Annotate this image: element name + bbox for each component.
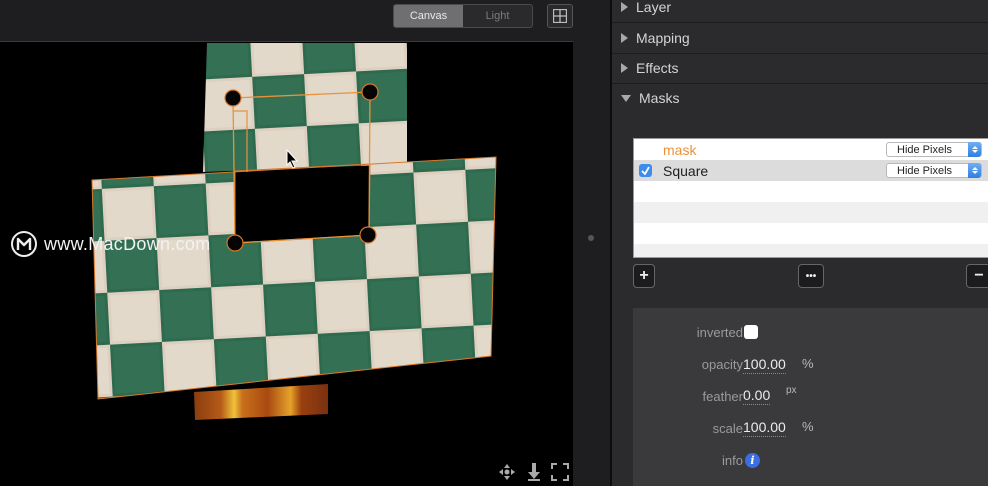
section-mapping-label: Mapping [636, 30, 690, 46]
section-effects[interactable]: Effects [612, 53, 988, 84]
splitter-handle[interactable] [588, 235, 594, 241]
opacity-field[interactable]: 100.00 [743, 356, 786, 374]
info-icon[interactable]: i [745, 453, 760, 468]
section-masks-label: Masks [639, 90, 680, 106]
scale-label: scale [712, 421, 743, 436]
move-icon [499, 464, 515, 480]
masks-panel: mask Hide Pixels Square Hide Pixels + ••… [612, 113, 988, 486]
macdown-logo-icon [11, 231, 37, 257]
main-layer[interactable] [91, 156, 497, 400]
mask-row[interactable]: mask Hide Pixels [634, 139, 988, 160]
panel-splitter[interactable] [573, 0, 610, 486]
view-segmented-control[interactable]: Canvas Light [393, 4, 533, 28]
checkmark-icon [641, 166, 650, 175]
scale-unit: % [802, 419, 814, 434]
section-layer[interactable]: Layer [612, 0, 988, 23]
depth-tool-button[interactable] [524, 462, 544, 482]
add-mask-button[interactable]: + [633, 264, 655, 288]
watermark-text: www.MacDown.com [44, 233, 211, 254]
mask-properties: inverted opacity 100.00 % feather 0.00 p… [633, 308, 988, 486]
mask-list[interactable]: mask Hide Pixels Square Hide Pixels [633, 138, 988, 258]
stepper-arrows-icon [968, 142, 981, 157]
wood-layer[interactable] [194, 384, 328, 420]
grid-button[interactable] [547, 4, 573, 28]
canvas-tab[interactable]: Canvas [394, 5, 463, 27]
depth-icon [528, 463, 540, 481]
move-tool-button[interactable] [497, 462, 517, 482]
section-mapping[interactable]: Mapping [612, 23, 988, 54]
mask-handle-bottom-right[interactable] [359, 226, 377, 244]
section-effects-label: Effects [636, 60, 679, 76]
mask-handle-top-right[interactable] [361, 83, 379, 101]
fullscreen-icon [551, 463, 569, 481]
inspector-panel: Layer Mapping Effects Masks mask Hide Pi… [612, 0, 988, 486]
mask-name: Square [663, 162, 709, 179]
opacity-label: opacity [701, 357, 743, 372]
mask-handle-bottom-left[interactable] [226, 234, 244, 252]
remove-mask-button[interactable]: − [966, 264, 988, 288]
inverted-checkbox[interactable] [744, 325, 758, 339]
scale-field[interactable]: 100.00 [743, 419, 786, 437]
disclosure-right-icon [621, 33, 628, 43]
mask-mode-select[interactable]: Hide Pixels [886, 142, 982, 157]
disclosure-right-icon [621, 2, 628, 12]
feather-unit: px [786, 385, 797, 396]
mask-options-button[interactable]: ••• [798, 264, 824, 288]
stepper-arrows-icon [968, 163, 981, 178]
mask-mode-select[interactable]: Hide Pixels [886, 163, 982, 178]
disclosure-down-icon [621, 94, 631, 102]
light-tab[interactable]: Light [463, 5, 532, 27]
mask-row-selected[interactable]: Square Hide Pixels [634, 160, 988, 181]
mask-enabled-checkbox[interactable] [639, 164, 652, 177]
canvas-area: Canvas Light www.MacDown.com [0, 0, 610, 486]
empty-row [634, 244, 988, 257]
canvas-toolbar: Canvas Light [0, 0, 610, 42]
inverted-label: inverted [696, 325, 743, 340]
grid-icon [553, 9, 567, 23]
mask-name: mask [663, 141, 697, 158]
section-masks[interactable]: Masks [612, 83, 988, 114]
projection-surface[interactable] [0, 42, 573, 486]
mask-handle-top-left[interactable] [224, 89, 242, 107]
opacity-unit: % [802, 356, 814, 371]
disclosure-right-icon [621, 63, 628, 73]
info-label: info [722, 453, 743, 468]
render-viewport[interactable] [0, 42, 573, 486]
feather-field[interactable]: 0.00 [743, 387, 771, 405]
fullscreen-button[interactable] [550, 462, 570, 482]
watermark: www.MacDown.com [10, 230, 211, 258]
empty-row [634, 202, 988, 223]
section-layer-label: Layer [636, 0, 672, 15]
feather-label: feather [702, 389, 743, 404]
